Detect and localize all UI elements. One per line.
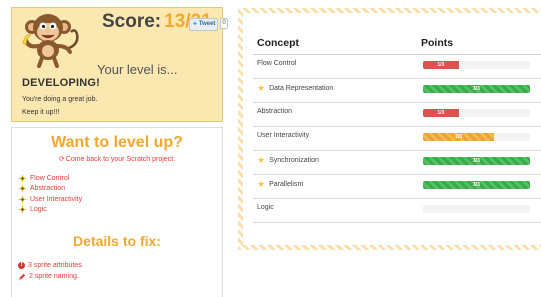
points-bar-track: 2/3 xyxy=(423,133,530,141)
level-up-title: Want to level up? xyxy=(51,134,183,151)
tweet-count: 0 xyxy=(220,18,228,29)
points-bar-fill: 1/3 xyxy=(423,109,459,117)
concept-label: Synchronization xyxy=(269,156,319,164)
points-bar-fill: 3/3 xyxy=(423,181,530,189)
points-bar-track: 3/3 xyxy=(423,157,530,165)
details-item[interactable]: 2 sprite naming. xyxy=(18,271,84,282)
level-up-item[interactable]: Logic xyxy=(18,205,82,216)
refresh-icon: ⟳ xyxy=(58,156,65,163)
details-title: Details to fix: xyxy=(73,233,161,249)
concept-cell: Abstraction xyxy=(257,108,292,115)
table-row[interactable]: ★ Data Representation 3/3 xyxy=(253,79,541,103)
points-bar-fill: 2/3 xyxy=(423,133,495,141)
level-up-item[interactable]: Abstraction xyxy=(18,184,82,195)
twitter-bird-icon: ✦ xyxy=(192,21,198,28)
table-row[interactable]: ★ Synchronization 3/3 xyxy=(253,151,541,175)
concept-label: Data Representation xyxy=(269,84,334,92)
level-up-item[interactable]: Flow Control xyxy=(18,173,82,184)
score-label: Score: xyxy=(102,11,162,32)
level-encouragement: Keep it up!!! xyxy=(22,109,60,116)
points-bar-fill: 3/3 xyxy=(423,85,530,93)
pencil-icon xyxy=(18,273,26,280)
concept-label: Abstraction xyxy=(257,108,293,115)
points-bar-track: 3/3 xyxy=(423,85,530,93)
alert-icon: ! xyxy=(18,262,25,269)
star-icon: ★ xyxy=(257,83,266,93)
details-item[interactable]: ! 3 sprite attributes. xyxy=(18,260,84,271)
level-value: DEVELOPING! xyxy=(22,77,100,89)
points-bar-fill: 1/3 xyxy=(423,61,459,69)
level-up-item-label: Abstraction xyxy=(30,185,66,193)
level-up-item-label: User Interactivity xyxy=(30,195,83,203)
concept-label: Logic xyxy=(257,204,274,211)
tweet-label: Tweet xyxy=(198,21,216,27)
table-row[interactable]: ★ Parallelism 3/3 xyxy=(253,175,541,199)
score-card: Score: 13/21 ✦ Tweet 0 Your level is... D… xyxy=(11,7,228,122)
level-up-item-label: Logic xyxy=(30,206,47,214)
points-bar-track: 3/3 xyxy=(423,181,530,189)
column-header-points: Points xyxy=(421,37,454,49)
concept-label: Parallelism xyxy=(269,180,304,188)
level-up-list: Flow Control Abstraction User Interactiv… xyxy=(18,173,82,215)
details-item-label: 3 sprite attributes. xyxy=(28,262,84,269)
tweet-button[interactable]: ✦ Tweet xyxy=(189,18,219,31)
points-bar-track: 1/3 xyxy=(423,61,530,69)
sparkle-icon xyxy=(18,173,27,183)
concept-cell: Logic xyxy=(257,204,274,211)
concept-label: Flow Control xyxy=(257,60,297,67)
level-up-item-label: Flow Control xyxy=(30,174,70,182)
level-prompt: Your level is... xyxy=(97,62,178,77)
level-message: You're doing a great job. xyxy=(22,96,98,103)
concept-label: User Interactivity xyxy=(257,132,310,139)
details-item-label: 2 sprite naming. xyxy=(29,273,79,280)
details-list: ! 3 sprite attributes. 2 sprite naming. xyxy=(18,260,84,282)
level-up-subtitle: ⟳Come back to your Scratch project. xyxy=(12,155,222,163)
sparkle-icon xyxy=(18,205,27,215)
level-up-card: Want to level up? ⟳Come back to your Scr… xyxy=(11,127,223,297)
level-up-item[interactable]: User Interactivity xyxy=(18,194,82,205)
points-bar-fill: 3/3 xyxy=(423,157,530,165)
level-up-subtitle-text: Come back to your Scratch project. xyxy=(65,156,176,163)
table-row[interactable]: User Interactivity 2/3 xyxy=(253,127,541,151)
points-bar-track xyxy=(423,205,530,213)
concept-cell: User Interactivity xyxy=(257,132,309,139)
sparkle-icon xyxy=(18,194,27,204)
concept-cell: Flow Control xyxy=(257,60,296,67)
concept-cell: ★ Parallelism xyxy=(257,179,304,189)
column-header-concept: Concept xyxy=(257,37,299,49)
concept-cell: ★ Data Representation xyxy=(257,83,334,93)
table-row[interactable]: Logic xyxy=(253,199,541,223)
monkey-mascot-icon xyxy=(22,14,79,68)
star-icon: ★ xyxy=(257,179,266,189)
star-icon: ★ xyxy=(257,155,266,165)
table-row[interactable]: Flow Control 1/3 xyxy=(253,55,541,79)
points-bar-track: 1/3 xyxy=(423,109,530,117)
concept-cell: ★ Synchronization xyxy=(257,155,319,165)
sparkle-icon xyxy=(18,184,27,194)
table-row[interactable]: Abstraction 1/3 xyxy=(253,103,541,127)
concepts-table: Concept Points Flow Control 1/3 ★ Data Repr… xyxy=(238,8,541,250)
